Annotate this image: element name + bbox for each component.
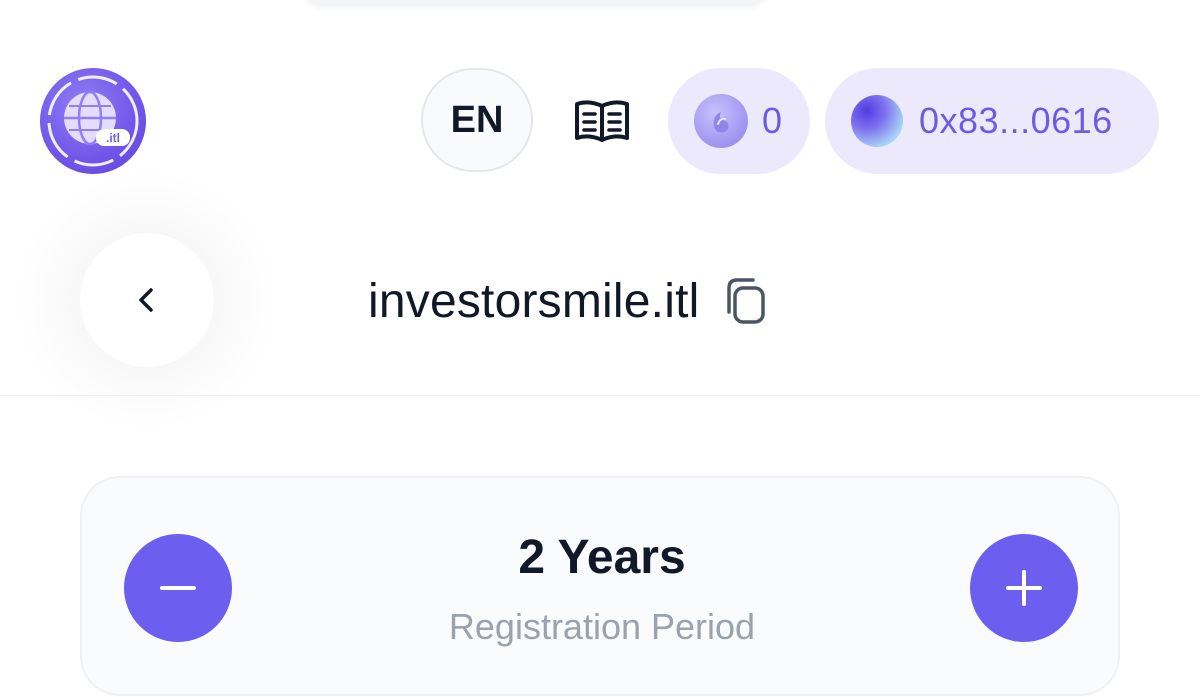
wallet-button[interactable]: 0x83...0616 xyxy=(825,68,1159,174)
globe-logo-icon: .itl xyxy=(47,75,139,167)
top-search-bar[interactable] xyxy=(300,0,770,6)
language-button[interactable]: EN xyxy=(421,68,533,172)
wallet-address: 0x83...0616 xyxy=(919,100,1113,141)
docs-button[interactable] xyxy=(568,92,636,150)
registration-period-card: 2 Years Registration Period xyxy=(80,476,1120,696)
points-count: 0 xyxy=(762,100,783,141)
logo-text: .itl xyxy=(106,131,120,145)
copy-icon[interactable] xyxy=(723,276,769,326)
token-icon xyxy=(694,94,748,148)
domain-header: investorsmile.itl xyxy=(368,268,769,334)
book-open-icon xyxy=(575,100,629,142)
chevron-left-icon xyxy=(139,288,153,312)
site-logo[interactable]: .itl xyxy=(40,68,146,174)
plus-icon xyxy=(1006,570,1042,606)
increase-period-button[interactable] xyxy=(970,534,1078,642)
period-label: Registration Period xyxy=(448,606,756,647)
points-balance-button[interactable]: 0 xyxy=(668,68,810,174)
domain-name: investorsmile.itl xyxy=(368,274,700,328)
back-button[interactable] xyxy=(80,233,214,367)
wallet-avatar-icon xyxy=(851,95,903,147)
language-label: EN xyxy=(450,98,504,141)
header-divider xyxy=(0,395,1200,396)
period-value: 2 Years xyxy=(518,531,686,584)
